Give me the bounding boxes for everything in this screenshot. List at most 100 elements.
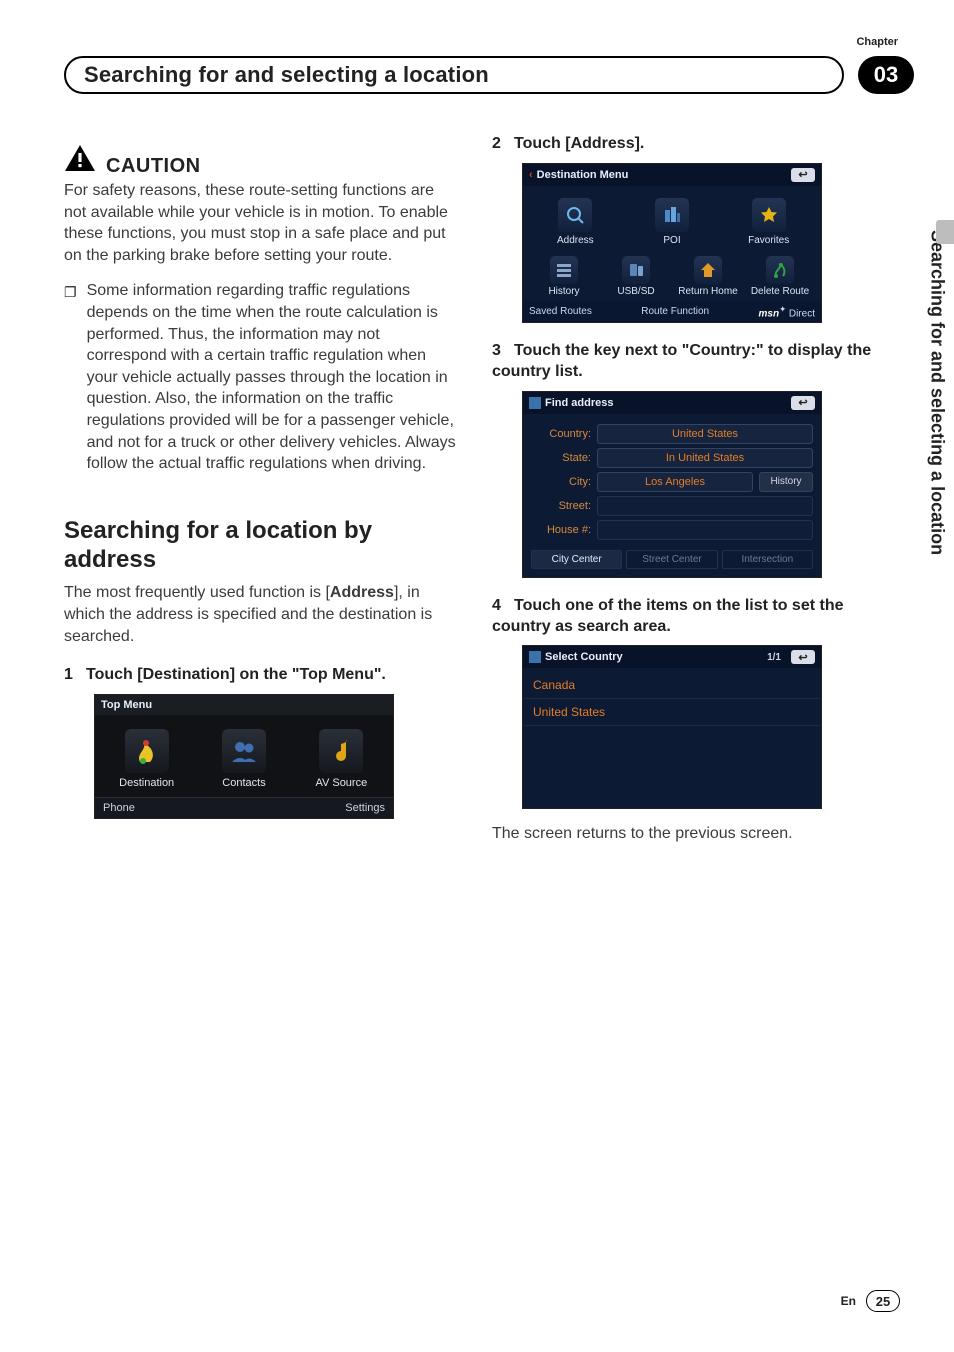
dest-route-function[interactable]: Route Function [641, 306, 709, 317]
step-4-text: Touch one of the items on the list to se… [492, 597, 844, 635]
left-column: CAUTION For safety reasons, these route-… [64, 134, 456, 1262]
fa-state-label: State: [531, 452, 591, 464]
bullet-mark-icon: ❐ [64, 280, 77, 474]
step-4: 4Touch one of the items on the list to s… [492, 596, 884, 638]
right-column: 2Touch [Address]. ‹ Destination Menu ↩ Ad… [492, 134, 884, 1262]
select-country-header: Select Country 1/1 ↩ [523, 646, 821, 668]
section-body-pre: The most frequently used function is [ [64, 584, 330, 601]
step-1-text: Touch [Destination] on the "Top Menu". [86, 666, 386, 683]
step-3-text: Touch the key next to "Country:" to disp… [492, 342, 871, 380]
info-bullet-body: Some information regarding traffic regul… [87, 280, 456, 474]
chapter-number-pill: 03 [858, 56, 914, 94]
msn-direct-text: Direct [789, 308, 815, 319]
home-icon [694, 256, 722, 284]
step-2-text: Touch [Address]. [514, 135, 644, 152]
chapter-title-bar: Searching for and selecting a location [64, 56, 844, 94]
screenshot-destination-menu: ‹ Destination Menu ↩ Address POI Favorite… [522, 163, 822, 323]
page-footer: En 25 [841, 1290, 900, 1312]
msn-logo-text: msn [759, 308, 780, 319]
usbsd-icon [622, 256, 650, 284]
fa-city-label: City: [531, 476, 591, 488]
dest-usbsd[interactable]: USB/SD [601, 254, 671, 301]
caution-heading: CAUTION [64, 144, 456, 178]
poi-icon [655, 198, 689, 232]
fa-street-input[interactable] [597, 496, 813, 516]
screenshot-select-country: Select Country 1/1 ↩ Canada United State… [522, 645, 822, 809]
top-menu-avsource[interactable]: AV Source [296, 723, 387, 797]
dest-return-home[interactable]: Return Home [673, 254, 743, 301]
fa-city-button[interactable]: Los Angeles [597, 472, 753, 492]
dest-menu-header: ‹ Destination Menu ↩ [523, 164, 821, 186]
dest-address[interactable]: Address [529, 194, 622, 252]
footer-page-number: 25 [866, 1290, 900, 1312]
dest-saved-routes[interactable]: Saved Routes [529, 306, 592, 317]
footer-lang: En [841, 1294, 856, 1308]
fa-country-button[interactable]: United States [597, 424, 813, 444]
top-menu-title: Top Menu [101, 699, 152, 711]
step-1: 1Touch [Destination] on the "Top Menu". [64, 665, 456, 686]
dest-history[interactable]: History [529, 254, 599, 301]
caution-label: CAUTION [106, 155, 201, 178]
step-3: 3Touch the key next to "Country:" to dis… [492, 341, 884, 383]
find-address-header: Find address ↩ [523, 392, 821, 414]
top-menu-contacts-label: Contacts [222, 777, 265, 789]
delete-route-icon [766, 256, 794, 284]
dest-delete-route[interactable]: Delete Route [745, 254, 815, 301]
fa-country-label: Country: [531, 428, 591, 440]
screenshot-top-menu: Top Menu Destination Contacts AV Source [94, 694, 394, 819]
fa-house-input[interactable] [597, 520, 813, 540]
destination-icon [125, 729, 169, 773]
side-tab: Searching for and selecting a location [920, 220, 954, 760]
dest-msn-direct[interactable]: msn✦ Direct [759, 304, 815, 319]
section-heading: Searching for a location by address [64, 517, 456, 575]
screenshot-find-address: Find address ↩ Country: United States St… [522, 391, 822, 578]
fa-history-button[interactable]: History [759, 472, 813, 492]
top-menu-header: Top Menu [95, 695, 393, 715]
section-body: The most frequently used function is [Ad… [64, 582, 456, 647]
fa-state-button[interactable]: In United States [597, 448, 813, 468]
avsource-icon [319, 729, 363, 773]
dest-favorites[interactable]: Favorites [722, 194, 815, 252]
find-address-title: Find address [545, 397, 613, 409]
side-tab-marker [936, 220, 954, 244]
top-menu-avsource-label: AV Source [315, 777, 367, 789]
chapter-label: Chapter [856, 36, 898, 48]
address-icon [558, 198, 592, 232]
return-icon[interactable]: ↩ [791, 396, 815, 410]
top-menu-destination[interactable]: Destination [101, 723, 192, 797]
favorites-icon [752, 198, 786, 232]
country-item-united-states[interactable]: United States [523, 699, 821, 726]
back-caret-icon[interactable]: ‹ [529, 169, 533, 181]
select-country-title: Select Country [545, 651, 623, 663]
dest-address-label: Address [557, 235, 594, 246]
select-country-page: 1/1 [767, 652, 781, 663]
top-menu-contacts[interactable]: Contacts [198, 723, 289, 797]
warning-triangle-icon [64, 144, 96, 172]
fa-street-center-button: Street Center [626, 550, 717, 569]
chapter-title: Searching for and selecting a location [84, 62, 489, 88]
fa-city-center-button[interactable]: City Center [531, 550, 622, 569]
fa-house-label: House #: [531, 524, 591, 536]
fa-street-label: Street: [531, 500, 591, 512]
top-menu-phone[interactable]: Phone [103, 802, 135, 814]
return-icon[interactable]: ↩ [791, 168, 815, 182]
country-item-canada[interactable]: Canada [523, 672, 821, 699]
dest-delete-route-label: Delete Route [751, 286, 809, 297]
top-menu-destination-label: Destination [119, 777, 174, 789]
history-icon [550, 256, 578, 284]
return-icon[interactable]: ↩ [791, 650, 815, 664]
dest-menu-title: Destination Menu [537, 169, 629, 181]
dest-poi[interactable]: POI [626, 194, 719, 252]
contacts-icon [222, 729, 266, 773]
msn-butterfly-icon: ✦ [779, 304, 786, 314]
side-tab-text: Searching for and selecting a location [927, 230, 948, 555]
dest-poi-label: POI [663, 235, 680, 246]
dest-usbsd-label: USB/SD [617, 286, 654, 297]
step-2: 2Touch [Address]. [492, 134, 884, 155]
top-menu-settings[interactable]: Settings [345, 802, 385, 814]
after-step4-text: The screen returns to the previous scree… [492, 823, 884, 845]
dest-return-home-label: Return Home [678, 286, 737, 297]
caution-body: For safety reasons, these route-setting … [64, 180, 456, 266]
dest-history-label: History [548, 286, 579, 297]
section-body-bold: Address [330, 584, 394, 601]
